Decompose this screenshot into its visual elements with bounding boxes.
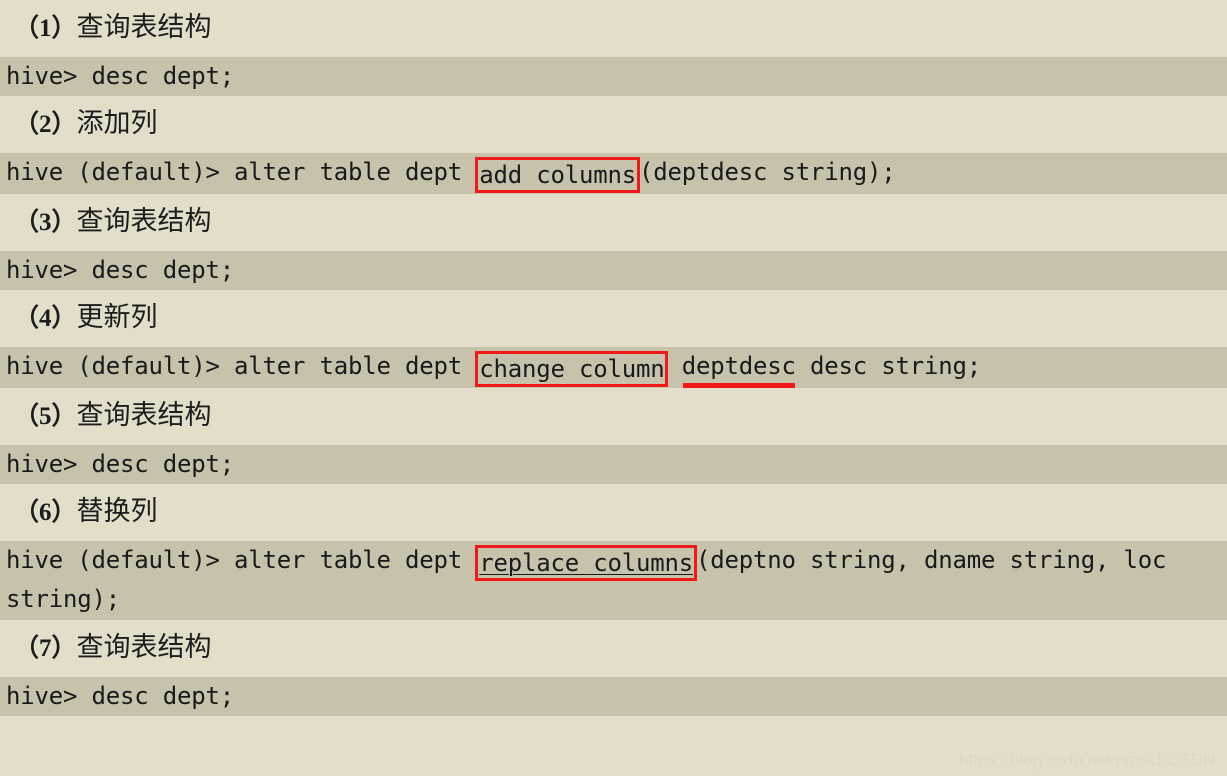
code-text-suffix-2: (deptdesc string); [638, 158, 896, 186]
section-heading-3: （3）查询表结构 [0, 194, 1227, 251]
code-block-4: hive (default)> alter table dept change … [0, 347, 1227, 388]
section-heading-4: （4）更新列 [0, 290, 1227, 347]
code-block-2: hive (default)> alter table dept add col… [0, 153, 1227, 194]
section-title-4: 更新列 [76, 302, 158, 333]
section-heading-2: （2）添加列 [0, 96, 1227, 153]
code-block-1: hive> desc dept; [0, 57, 1227, 96]
document-page: （1）查询表结构 hive> desc dept; （2）添加列 hive (d… [0, 0, 1227, 776]
section-title-5: 查询表结构 [76, 400, 212, 431]
section-number-3: （3） [14, 209, 77, 236]
section-title-2: 添加列 [76, 108, 158, 139]
section-number-5: （5） [14, 403, 77, 430]
section-heading-6: （6）替换列 [0, 484, 1227, 541]
code-text-suffix-4: desc string; [795, 352, 981, 380]
code-text-7: hive> desc dept; [6, 682, 234, 710]
code-block-7: hive> desc dept; [0, 677, 1227, 716]
section-title-7: 查询表结构 [76, 632, 212, 663]
annotation-box-replace-columns: replace columns [475, 545, 697, 581]
code-block-6: hive (default)> alter table dept replace… [0, 541, 1227, 620]
section-title-3: 查询表结构 [76, 206, 212, 237]
code-text-3: hive> desc dept; [6, 256, 234, 284]
annotation-box-change-column: change column [475, 351, 669, 387]
section-heading-1: （1）查询表结构 [0, 0, 1227, 57]
code-text-5: hive> desc dept; [6, 450, 234, 478]
annotation-box-add-columns: add columns [475, 157, 640, 193]
section-number-1: （1） [14, 15, 77, 42]
code-text-1: hive> desc dept; [6, 62, 234, 90]
code-text-prefix-6: hive (default)> alter table dept [6, 546, 477, 574]
section-number-7: （7） [14, 635, 77, 662]
section-number-4: （4） [14, 305, 77, 332]
annotation-underline-deptdesc: deptdesc [682, 348, 796, 388]
code-block-3: hive> desc dept; [0, 251, 1227, 290]
code-text-prefix-4: hive (default)> alter table dept [6, 352, 477, 380]
section-number-6: （6） [14, 499, 77, 526]
section-title-6: 替换列 [76, 496, 158, 527]
section-heading-5: （5）查询表结构 [0, 388, 1227, 445]
section-number-2: （2） [14, 111, 77, 138]
section-title-1: 查询表结构 [76, 12, 212, 43]
section-heading-7: （7）查询表结构 [0, 620, 1227, 677]
code-text-mid-4 [667, 352, 681, 380]
code-block-5: hive> desc dept; [0, 445, 1227, 484]
watermark: https://blog.csdn.net/nmsLLCSDN [958, 750, 1215, 769]
code-text-prefix-2: hive (default)> alter table dept [6, 158, 477, 186]
